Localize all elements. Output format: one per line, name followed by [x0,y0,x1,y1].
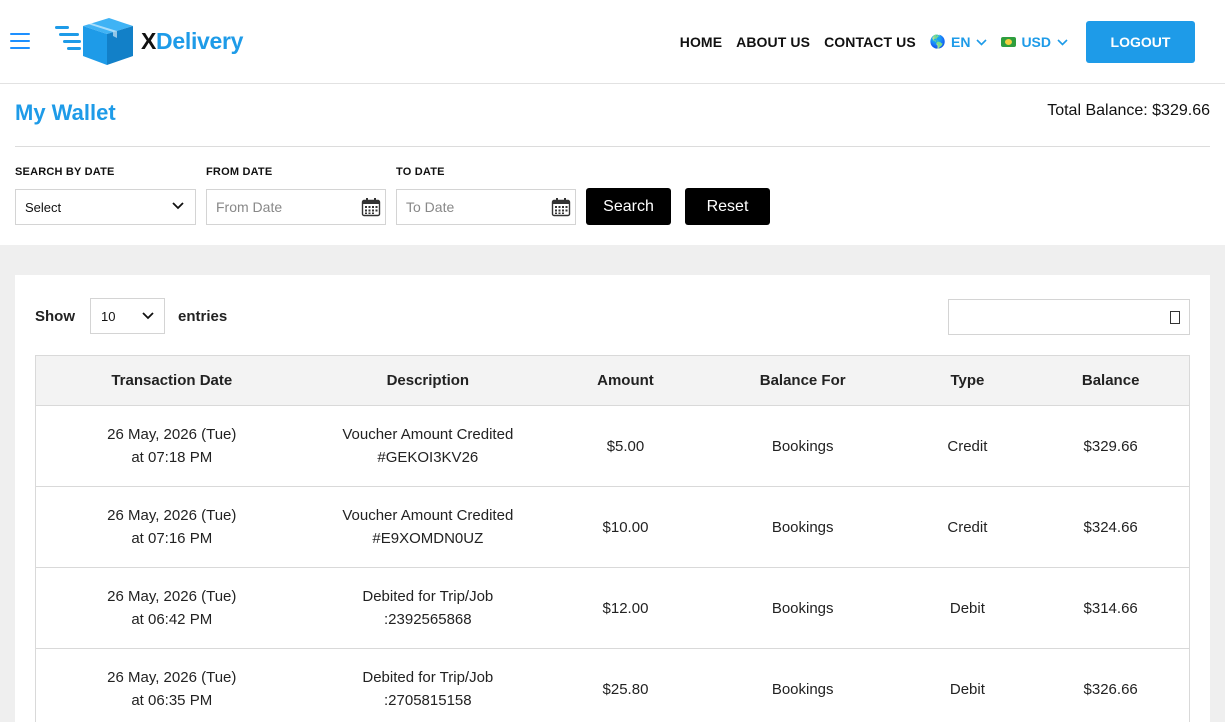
chevron-down-icon [172,202,184,210]
entries-label: entries [178,308,228,325]
description-text: Debited for Trip/Job [362,588,494,605]
description-reference: :2392565868 [384,611,472,628]
table-search-input[interactable] [948,299,1190,335]
column-header-type[interactable]: Type [903,356,1033,405]
transaction-date: 26 May, 2026 (Tue) [107,669,237,686]
description-text: Voucher Amount Credited [342,507,514,524]
transaction-time: at 06:35 PM [131,692,213,709]
to-date-placeholder: To Date [406,199,455,215]
language-value: EN [950,34,971,50]
description-reference: #GEKOI3KV26 [377,449,479,466]
search-by-date-label: SEARCH BY DATE [15,166,115,178]
transaction-time: at 07:16 PM [131,530,213,547]
type-cell: Credit [947,437,988,455]
nav-home[interactable]: HOME [680,34,722,50]
top-header: XDelivery HOME ABOUT US CONTACT US 🌎 EN … [0,0,1225,84]
description-cell: Debited for Trip/Job :2392565868 [308,568,549,648]
table-row: 26 May, 2026 (Tue) at 07:16 PM Voucher Am… [36,487,1189,568]
reset-button[interactable]: Reset [685,188,770,225]
column-header-amount[interactable]: Amount [548,356,703,405]
description-cell: Voucher Amount Credited #GEKOI3KV26 [308,406,549,486]
amount-cell: $25.80 [602,680,649,698]
amount-cell: $5.00 [606,437,645,455]
amount-cell: $12.00 [602,599,649,617]
money-icon [1001,37,1017,47]
type-cell: Credit [947,518,988,536]
balance-for-cell: Bookings [771,518,834,536]
chevron-down-icon [976,38,988,46]
transaction-date-cell: 26 May, 2026 (Tue) at 07:18 PM [36,406,308,486]
calendar-icon[interactable] [361,197,381,217]
description-reference: #E9XOMDN0UZ [372,530,484,547]
from-date-placeholder: From Date [216,199,283,215]
total-balance: Total Balance: $329.66 [1047,102,1210,119]
type-cell: Debit [949,680,985,698]
column-header-balance[interactable]: Balance [1032,356,1189,405]
delivery-box-icon [55,18,133,65]
from-date-input[interactable]: From Date [206,189,386,225]
site-logo[interactable]: XDelivery [55,16,243,66]
currency-value: USD [1021,34,1051,50]
nav-about-us[interactable]: ABOUT US [736,34,810,50]
balance-for-cell: Bookings [771,599,834,617]
table-row: 26 May, 2026 (Tue) at 07:18 PM Voucher Am… [36,406,1189,487]
language-selector[interactable]: 🌎 EN [930,34,988,50]
transaction-date-cell: 26 May, 2026 (Tue) at 06:35 PM [36,649,308,722]
balance-cell: $326.66 [1083,680,1138,698]
transaction-date: 26 May, 2026 (Tue) [107,507,237,524]
transaction-date: 26 May, 2026 (Tue) [107,588,237,605]
main-nav: HOME ABOUT US CONTACT US 🌎 EN USD LOGOUT [680,21,1195,63]
column-header-transaction-date[interactable]: Transaction Date [36,356,308,405]
transactions-table: Transaction Date Description Amount Bala… [35,355,1190,722]
table-row: 26 May, 2026 (Tue) at 06:35 PM Debited fo… [36,649,1189,722]
amount-cell: $10.00 [602,518,649,536]
currency-selector[interactable]: USD [1001,34,1068,50]
transaction-time: at 07:18 PM [131,449,213,466]
show-label: Show [35,308,75,325]
chevron-down-icon [142,312,154,320]
type-cell: Debit [949,599,985,617]
description-cell: Voucher Amount Credited #E9XOMDN0UZ [308,487,549,567]
search-by-date-select[interactable]: Select [15,189,196,225]
calendar-icon[interactable] [551,197,571,217]
description-reference: :2705815158 [384,692,472,709]
entries-value: 10 [101,308,116,324]
nav-contact-us[interactable]: CONTACT US [824,34,916,50]
search-by-date-value: Select [25,199,62,215]
from-date-label: FROM DATE [206,166,273,178]
balance-cell: $329.66 [1083,437,1138,455]
chevron-down-icon [1057,38,1068,46]
table-row: 26 May, 2026 (Tue) at 06:42 PM Debited fo… [36,568,1189,649]
transaction-time: at 06:42 PM [131,611,213,628]
description-text: Debited for Trip/Job [362,669,494,686]
menu-icon[interactable] [10,33,30,49]
table-header: Transaction Date Description Amount Bala… [36,356,1189,406]
to-date-label: TO DATE [396,166,445,178]
balance-for-cell: Bookings [771,437,834,455]
search-icon [1170,311,1180,324]
balance-cell: $314.66 [1083,599,1138,617]
column-header-description[interactable]: Description [308,356,549,405]
balance-cell: $324.66 [1083,518,1138,536]
description-cell: Debited for Trip/Job :2705815158 [308,649,549,722]
transaction-date-cell: 26 May, 2026 (Tue) at 07:16 PM [36,487,308,567]
globe-icon: 🌎 [929,34,946,49]
column-header-balance-for[interactable]: Balance For [703,356,903,405]
logout-button[interactable]: LOGOUT [1086,21,1195,63]
entries-select[interactable]: 10 [90,298,165,334]
page-title: My Wallet [15,100,116,125]
search-button[interactable]: Search [586,188,671,225]
to-date-input[interactable]: To Date [396,189,576,225]
logo-text: XDelivery [141,27,244,54]
description-text: Voucher Amount Credited [342,426,514,443]
divider [15,146,1210,147]
transaction-date-cell: 26 May, 2026 (Tue) at 06:42 PM [36,568,308,648]
transaction-date: 26 May, 2026 (Tue) [107,426,237,443]
balance-for-cell: Bookings [771,680,834,698]
